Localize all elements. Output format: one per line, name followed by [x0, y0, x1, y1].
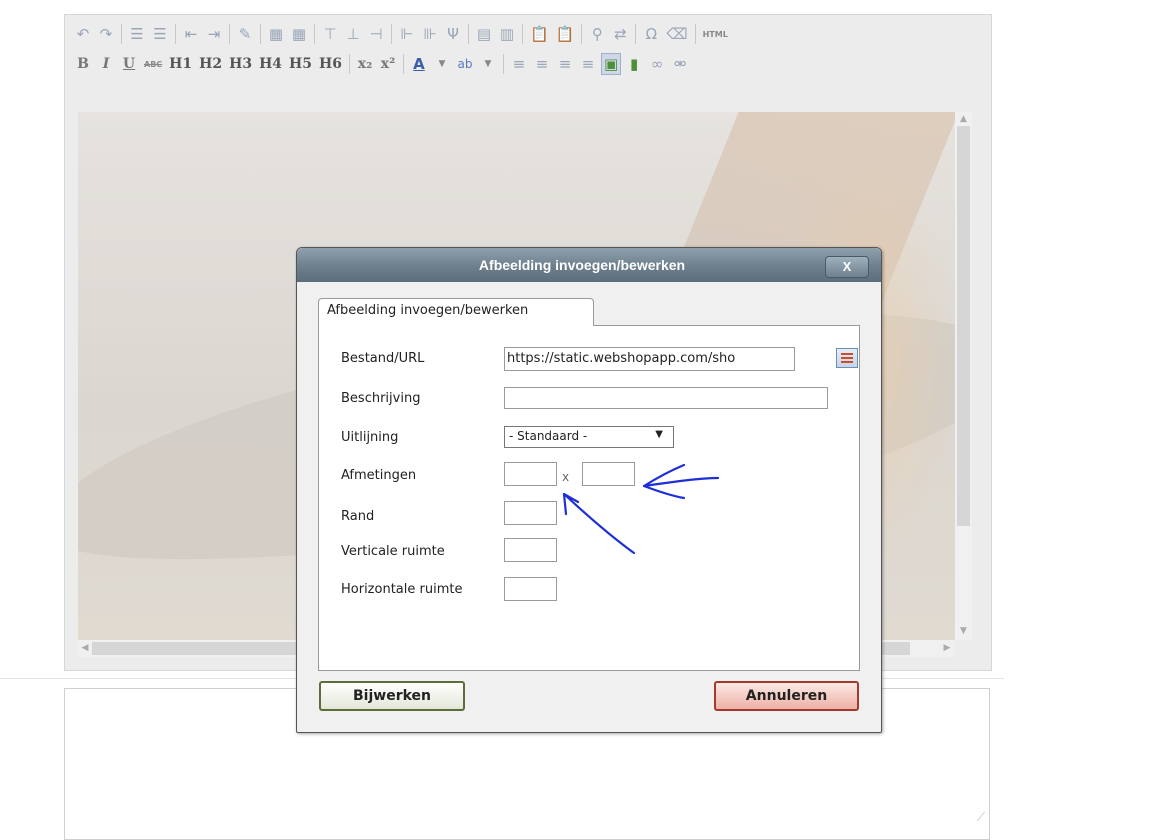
horizontal-space-label: Horizontale ruimte: [341, 582, 463, 597]
url-label: Bestand/URL: [341, 351, 425, 366]
redo-icon[interactable]: ↷: [96, 23, 116, 45]
alignment-label: Uitlijning: [341, 430, 399, 445]
description-label: Beschrijving: [341, 391, 421, 406]
table-props-icon[interactable]: ▦: [289, 23, 309, 45]
text-color-icon[interactable]: A: [409, 53, 429, 75]
alignment-select[interactable]: - Standaard - ▼: [504, 426, 674, 448]
cancel-button[interactable]: Annuleren: [714, 681, 859, 711]
h4-button[interactable]: H4: [257, 53, 284, 75]
row-before-icon[interactable]: ⊤: [320, 23, 340, 45]
underline-button[interactable]: U: [119, 53, 139, 75]
dimensions-separator: x: [562, 470, 570, 484]
alignment-select-value: - Standaard -: [509, 429, 588, 443]
toolbar-separator: [694, 24, 696, 44]
toolbar-separator: [391, 24, 392, 44]
width-input[interactable]: [504, 462, 557, 486]
close-button[interactable]: X: [825, 256, 869, 278]
undo-icon[interactable]: ↶: [73, 23, 93, 45]
toolbar-row-1: ↶ ↷ ☰ ☰ ⇤ ⇥ ✎ ▦ ▦ ⊤ ⊥ ⊣ ⊩ ⊪ Ψ ▤ ▥ 📋 📋 ⚲ …: [73, 21, 730, 47]
height-input[interactable]: [582, 462, 635, 486]
dialog-panel: [318, 325, 860, 671]
align-center-icon[interactable]: ≡: [532, 53, 552, 75]
border-label: Rand: [341, 509, 375, 524]
numbered-list-icon[interactable]: ☰: [150, 23, 170, 45]
h2-button[interactable]: H2: [197, 53, 224, 75]
edit-icon[interactable]: ✎: [235, 23, 255, 45]
toolbar-separator: [522, 24, 523, 44]
align-right-icon[interactable]: ≡: [555, 53, 575, 75]
scroll-down-icon[interactable]: ▼: [955, 624, 972, 638]
toolbar-separator: [121, 24, 122, 44]
vertical-space-input[interactable]: [504, 538, 557, 562]
replace-icon[interactable]: ⇄: [610, 23, 630, 45]
superscript-button[interactable]: x²: [378, 53, 398, 75]
align-justify-icon[interactable]: ≡: [578, 53, 598, 75]
col-after-icon[interactable]: ⊪: [420, 23, 440, 45]
subscript-button[interactable]: x₂: [355, 53, 375, 75]
toolbar-separator: [175, 24, 176, 44]
bullet-list-icon[interactable]: ☰: [127, 23, 147, 45]
toolbar-separator: [581, 24, 583, 44]
border-input[interactable]: [504, 501, 557, 525]
toolbar-separator: [314, 24, 315, 44]
update-button[interactable]: Bijwerken: [319, 681, 465, 711]
toolbar-row-2: B I U ABC H1 H2 H3 H4 H5 H6 x₂ x² A ▼ ab…: [73, 51, 690, 77]
image-icon[interactable]: ▣: [600, 53, 622, 75]
eraser-icon[interactable]: ⌫: [664, 23, 689, 45]
strikethrough-button[interactable]: ABC: [142, 53, 164, 75]
toolbar-separator: [229, 24, 230, 44]
dialog-title-bar[interactable]: Afbeelding invoegen/bewerken X: [297, 248, 881, 282]
background-color-dropdown-icon[interactable]: ▼: [478, 53, 498, 75]
italic-button[interactable]: I: [96, 53, 116, 75]
background-color-icon[interactable]: ab: [455, 53, 475, 75]
scroll-right-icon[interactable]: ▶: [940, 640, 954, 657]
h6-button[interactable]: H6: [317, 53, 344, 75]
toolbar-separator: [402, 54, 404, 74]
bold-button[interactable]: B: [73, 53, 93, 75]
find-icon[interactable]: ⚲: [587, 23, 607, 45]
image-dialog: Afbeelding invoegen/bewerken X Afbeeldin…: [296, 247, 882, 733]
scroll-up-icon[interactable]: ▲: [955, 112, 972, 126]
row-after-icon[interactable]: ⊥: [343, 23, 363, 45]
scroll-left-icon[interactable]: ◀: [78, 640, 92, 657]
url-input[interactable]: https://static.webshopapp.com/sho: [504, 347, 795, 371]
h5-button[interactable]: H5: [287, 53, 314, 75]
paste-text-icon[interactable]: 📋: [528, 23, 551, 45]
indent-icon[interactable]: ⇥: [204, 23, 224, 45]
resize-handle-icon[interactable]: ⟋: [977, 810, 985, 825]
chevron-down-icon: ▼: [655, 429, 663, 440]
align-left-icon[interactable]: ≡: [509, 53, 529, 75]
toolbar-separator: [260, 24, 261, 44]
toolbar-separator: [468, 24, 469, 44]
vertical-scrollbar[interactable]: ▲ ▼: [955, 112, 972, 640]
vertical-scroll-thumb[interactable]: [957, 126, 970, 526]
paste-word-icon[interactable]: 📋: [554, 23, 577, 45]
dimensions-label: Afmetingen: [341, 468, 417, 483]
merge-cells-icon[interactable]: ▤: [474, 23, 494, 45]
table-icon[interactable]: ▦: [266, 23, 286, 45]
link-icon[interactable]: ∞: [647, 53, 667, 75]
h3-button[interactable]: H3: [227, 53, 254, 75]
outdent-icon[interactable]: ⇤: [181, 23, 201, 45]
toolbar-separator: [502, 54, 504, 74]
dialog-title: Afbeelding invoegen/bewerken: [478, 257, 686, 273]
unlink-icon[interactable]: ⚮: [670, 53, 690, 75]
special-char-icon[interactable]: Ω: [641, 23, 661, 45]
browse-files-icon[interactable]: [836, 348, 858, 368]
tab-image-general[interactable]: Afbeelding invoegen/bewerken: [318, 298, 594, 326]
h1-button[interactable]: H1: [167, 53, 194, 75]
text-color-dropdown-icon[interactable]: ▼: [432, 53, 452, 75]
vertical-space-label: Verticale ruimte: [341, 544, 445, 559]
description-input[interactable]: [504, 387, 828, 409]
toolbar-separator: [635, 24, 637, 44]
delete-row-icon[interactable]: ⊣: [366, 23, 386, 45]
col-before-icon[interactable]: ⊩: [397, 23, 417, 45]
html-source-button[interactable]: HTML: [701, 23, 730, 45]
delete-col-icon[interactable]: Ψ: [443, 23, 463, 45]
horizontal-space-input[interactable]: [504, 577, 557, 601]
media-icon[interactable]: ▮: [624, 53, 644, 75]
toolbar-separator: [348, 54, 350, 74]
split-cells-icon[interactable]: ▥: [497, 23, 517, 45]
